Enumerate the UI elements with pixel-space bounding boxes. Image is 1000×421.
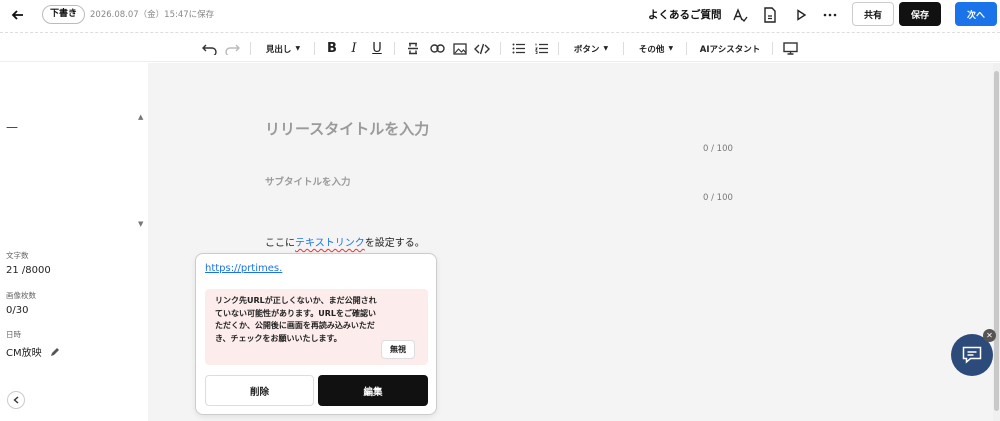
next-button[interactable]: 次へ bbox=[955, 2, 997, 26]
preview-monitor-button[interactable] bbox=[780, 39, 800, 58]
preview-play-button[interactable] bbox=[791, 5, 811, 25]
chevron-down-icon: ▼ bbox=[603, 45, 609, 52]
numbered-list-button[interactable] bbox=[532, 39, 550, 58]
image-count-value: 0/30 bbox=[6, 305, 29, 316]
pencil-icon[interactable] bbox=[50, 347, 60, 357]
back-arrow-icon bbox=[11, 10, 23, 20]
delete-link-button[interactable]: 削除 bbox=[205, 375, 314, 406]
document-button[interactable] bbox=[760, 5, 780, 25]
bold-icon: B bbox=[327, 41, 337, 56]
collapse-sidebar-button[interactable] bbox=[7, 391, 25, 409]
link-warning-text: リンク先URLが正しくないか、まだ公開されていない可能性があります。URLをご確… bbox=[215, 296, 377, 343]
undo-icon bbox=[201, 44, 217, 55]
back-button[interactable] bbox=[8, 5, 28, 25]
italic-button[interactable]: I bbox=[346, 39, 362, 58]
scroll-up-arrow[interactable]: ▲ bbox=[138, 113, 143, 121]
strikethrough-icon bbox=[408, 42, 418, 55]
toolbar-separator bbox=[686, 42, 687, 55]
char-count-label: 文字数 bbox=[6, 251, 29, 260]
char-count-value: 21 /8000 bbox=[6, 265, 51, 276]
toolbar-separator bbox=[314, 42, 315, 55]
heading-dropdown-label: 見出し bbox=[265, 44, 292, 55]
date-label: 日時 bbox=[6, 330, 21, 339]
bullet-list-button[interactable] bbox=[509, 39, 527, 58]
play-icon bbox=[797, 9, 807, 21]
underline-icon: U bbox=[372, 41, 382, 56]
subtitle-counter: 0 / 100 bbox=[703, 193, 733, 203]
link-button[interactable] bbox=[428, 39, 446, 58]
preview-monitor-icon bbox=[782, 42, 798, 55]
numbered-list-icon bbox=[534, 43, 548, 54]
redo-button[interactable] bbox=[223, 39, 241, 58]
vertical-scrollbar[interactable] bbox=[993, 63, 1000, 421]
other-dropdown[interactable]: その他 ▼ bbox=[635, 39, 677, 58]
font-check-icon bbox=[733, 8, 748, 22]
left-sidebar: — ▲ ▼ 文字数 21 /8000 画像枚数 0/30 日時 CM放映 bbox=[0, 63, 148, 421]
share-button[interactable]: 共有 bbox=[852, 2, 894, 26]
link-url[interactable]: https://prtimes. bbox=[205, 263, 282, 274]
title-input[interactable]: リリースタイトルを入力 bbox=[265, 118, 429, 139]
date-value-row: CM放映 bbox=[6, 344, 60, 359]
body-text-after: を設定する。 bbox=[364, 238, 425, 249]
save-button[interactable]: 保存 bbox=[899, 2, 941, 26]
font-check-button[interactable] bbox=[730, 5, 750, 25]
heading-dropdown[interactable]: 見出し ▼ bbox=[262, 39, 304, 58]
bold-button[interactable]: B bbox=[324, 39, 340, 58]
sidebar-placeholder-dash: — bbox=[6, 120, 18, 134]
body-paragraph[interactable]: ここにテキストリンクを設定する。 bbox=[265, 234, 425, 249]
link-icon bbox=[429, 44, 445, 53]
document-icon bbox=[764, 7, 776, 23]
editor-toolbar: 見出し ▼ B I U ボタン ▼ その他 ▼ AIアシスタント bbox=[0, 35, 1000, 62]
scroll-down-arrow[interactable]: ▼ bbox=[138, 220, 143, 228]
button-dropdown-label: ボタン bbox=[573, 44, 600, 55]
toolbar-separator bbox=[394, 42, 395, 55]
chevron-left-icon bbox=[13, 396, 19, 404]
link-warning-box: リンク先URLが正しくないか、まだ公開されていない可能性があります。URLをご確… bbox=[205, 289, 428, 365]
faq-link[interactable]: よくあるご質問 bbox=[648, 7, 722, 22]
ai-assistant-button[interactable]: AIアシスタント bbox=[698, 39, 762, 58]
image-button[interactable] bbox=[451, 39, 469, 58]
body-text-before: ここに bbox=[265, 238, 295, 249]
undo-button[interactable] bbox=[200, 39, 218, 58]
body-text-link[interactable]: テキストリンク bbox=[295, 238, 365, 249]
other-dropdown-label: その他 bbox=[638, 44, 665, 55]
header-divider bbox=[0, 32, 1000, 33]
underline-button[interactable]: U bbox=[369, 39, 385, 58]
toolbar-separator bbox=[623, 42, 624, 55]
link-popover: https://prtimes. リンク先URLが正しくないか、まだ公開されてい… bbox=[195, 253, 437, 415]
chevron-down-icon: ▼ bbox=[668, 45, 674, 52]
ignore-button[interactable]: 無視 bbox=[381, 340, 415, 359]
draft-badge: 下書き bbox=[42, 5, 86, 24]
chevron-down-icon: ▼ bbox=[295, 45, 301, 52]
button-dropdown[interactable]: ボタン ▼ bbox=[570, 39, 612, 58]
redo-icon bbox=[224, 44, 240, 55]
image-icon bbox=[453, 42, 467, 55]
save-status: 2026.08.07（金）15:47に保存 bbox=[90, 10, 215, 20]
italic-icon: I bbox=[351, 41, 357, 56]
toolbar-separator bbox=[558, 42, 559, 55]
toolbar-separator bbox=[250, 42, 251, 55]
date-value: CM放映 bbox=[6, 348, 42, 359]
chat-icon bbox=[962, 346, 982, 364]
bullet-list-icon bbox=[512, 43, 525, 54]
edit-link-button[interactable]: 編集 bbox=[318, 375, 428, 406]
subtitle-input[interactable]: サブタイトルを入力 bbox=[265, 174, 351, 188]
strikethrough-button[interactable] bbox=[404, 39, 422, 58]
more-button[interactable] bbox=[820, 5, 840, 25]
image-count-label: 画像枚数 bbox=[6, 291, 36, 300]
toolbar-separator bbox=[772, 42, 773, 55]
toolbar-separator bbox=[500, 42, 501, 55]
more-icon bbox=[823, 13, 837, 17]
scroll-thumb[interactable] bbox=[994, 71, 999, 411]
title-counter: 0 / 100 bbox=[703, 144, 733, 154]
code-icon bbox=[474, 43, 490, 54]
code-button[interactable] bbox=[473, 39, 491, 58]
top-bar: 下書き 2026.08.07（金）15:47に保存 よくあるご質問 共有 保存 … bbox=[0, 0, 1000, 30]
close-chat-button[interactable]: ✕ bbox=[983, 329, 996, 342]
close-icon: ✕ bbox=[986, 331, 993, 340]
